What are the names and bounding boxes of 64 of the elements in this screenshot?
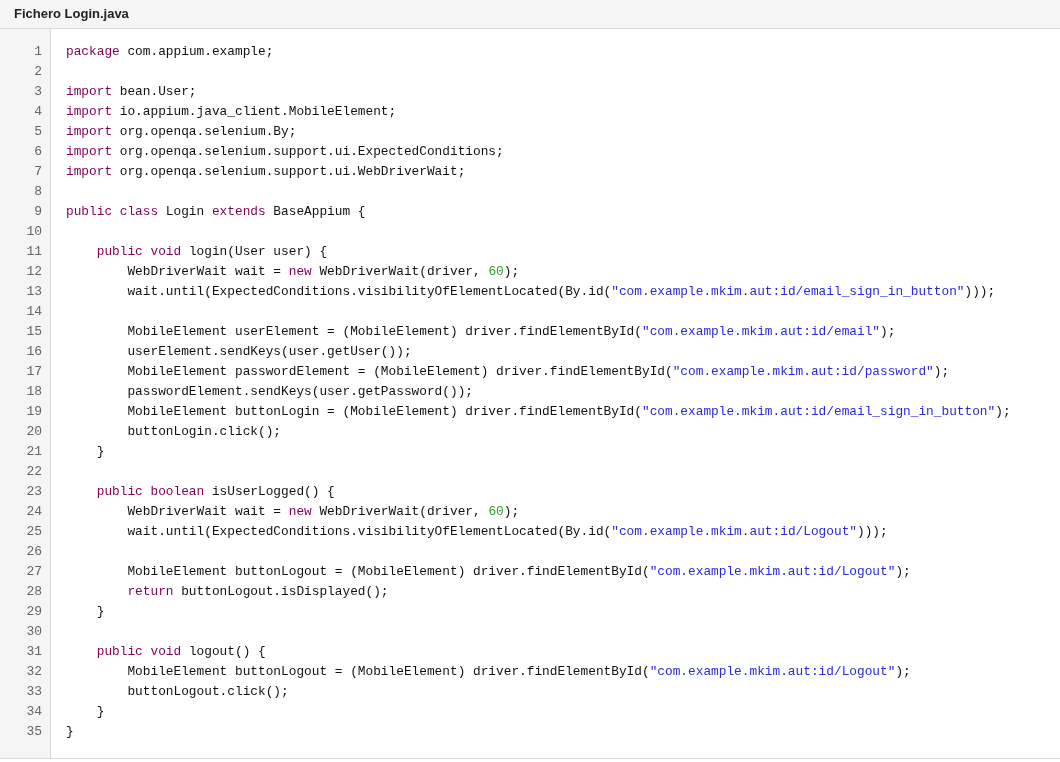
code-line: public void logout() { (95, 643, 266, 661)
line-number: 23 (26, 483, 42, 501)
code-line: public class Login extends BaseAppium { (66, 203, 366, 221)
code-line: import org.openqa.selenium.support.ui.WebDriverWait; (66, 163, 466, 181)
code-line: passwordElement.sendKeys(user.getPassword()); (126, 383, 473, 401)
code-line: buttonLogin.click(); (126, 423, 282, 441)
line-number: 32 (26, 663, 42, 681)
line-number: 11 (26, 243, 42, 261)
line-number: 24 (26, 503, 42, 521)
code-line: } (95, 703, 105, 721)
code-line: import io.appium.java_client.MobileElement; (66, 103, 397, 121)
code-line: wait.until(ExpectedConditions.visibilityOfElementLocated(By.id("com.example.mkim.aut:id/Logout"))); (126, 523, 888, 541)
line-number: 35 (26, 723, 42, 741)
line-number: 12 (26, 263, 42, 281)
line-number: 18 (26, 383, 42, 401)
line-number: 33 (26, 683, 42, 701)
line-number: 3 (34, 83, 42, 101)
line-number: 6 (34, 143, 42, 161)
code-line: import org.openqa.selenium.By; (66, 123, 297, 141)
line-number: 9 (34, 203, 42, 221)
line-number: 26 (26, 543, 42, 561)
code-line: WebDriverWait wait = new WebDriverWait(driver, 60); (126, 263, 520, 281)
line-number: 30 (26, 623, 42, 641)
code-line: MobileElement passwordElement = (MobileElement) driver.findElementById("com.example.mkim.aut:id/password"); (126, 363, 950, 381)
code-line: } (95, 603, 105, 621)
line-number: 1 (34, 43, 42, 61)
line-number: 15 (26, 323, 42, 341)
code-line: public void login(User user) { (95, 243, 328, 261)
file-title: Fichero Login.java (14, 5, 129, 24)
code-line: MobileElement buttonLogin = (MobileElement) driver.findElementById("com.example.mkim.aut:id/email_sign_in_button"); (126, 403, 1011, 421)
line-number: 28 (26, 583, 42, 601)
code-line: MobileElement userElement = (MobileElement) driver.findElementById("com.example.mkim.aut:id/email"); (126, 323, 896, 341)
code-line: package com.appium.example; (66, 43, 274, 61)
code-line: userElement.sendKeys(user.getUser()); (126, 343, 412, 361)
code-line: public boolean isUserLogged() { (95, 483, 335, 501)
line-number: 13 (26, 283, 42, 301)
code-line: buttonLogout.click(); (126, 683, 289, 701)
line-number: 29 (26, 603, 42, 621)
line-number: 25 (26, 523, 42, 541)
code-line: } (66, 723, 74, 741)
line-number: 34 (26, 703, 42, 721)
code-line: } (95, 443, 105, 461)
line-number: 21 (26, 443, 42, 461)
line-number: 19 (26, 403, 42, 421)
line-number: 16 (26, 343, 42, 361)
line-number: 31 (26, 643, 42, 661)
line-number: 27 (26, 563, 42, 581)
code-line: return buttonLogout.isDisplayed(); (126, 583, 389, 601)
line-number: 7 (34, 163, 42, 181)
line-number: 17 (26, 363, 42, 381)
code-line: WebDriverWait wait = new WebDriverWait(driver, 60); (126, 503, 520, 521)
line-number: 2 (34, 63, 42, 81)
code-line: MobileElement buttonLogout = (MobileElement) driver.findElementById("com.example.mkim.aut:id/Logout"); (126, 663, 911, 681)
line-number: 8 (34, 183, 42, 201)
line-number: 14 (26, 303, 42, 321)
code-line: wait.until(ExpectedConditions.visibilityOfElementLocated(By.id("com.example.mkim.aut:id/email_sign_in_button"))); (126, 283, 996, 301)
line-number: 20 (26, 423, 42, 441)
line-number: 4 (34, 103, 42, 121)
code-line: MobileElement buttonLogout = (MobileElement) driver.findElementById("com.example.mkim.aut:id/Logout"); (126, 563, 911, 581)
line-number: 22 (26, 463, 42, 481)
line-number: 5 (34, 123, 42, 141)
line-number: 10 (26, 223, 42, 241)
code-line: import bean.User; (66, 83, 197, 101)
code-line: import org.openqa.selenium.support.ui.ExpectedConditions; (66, 143, 504, 161)
